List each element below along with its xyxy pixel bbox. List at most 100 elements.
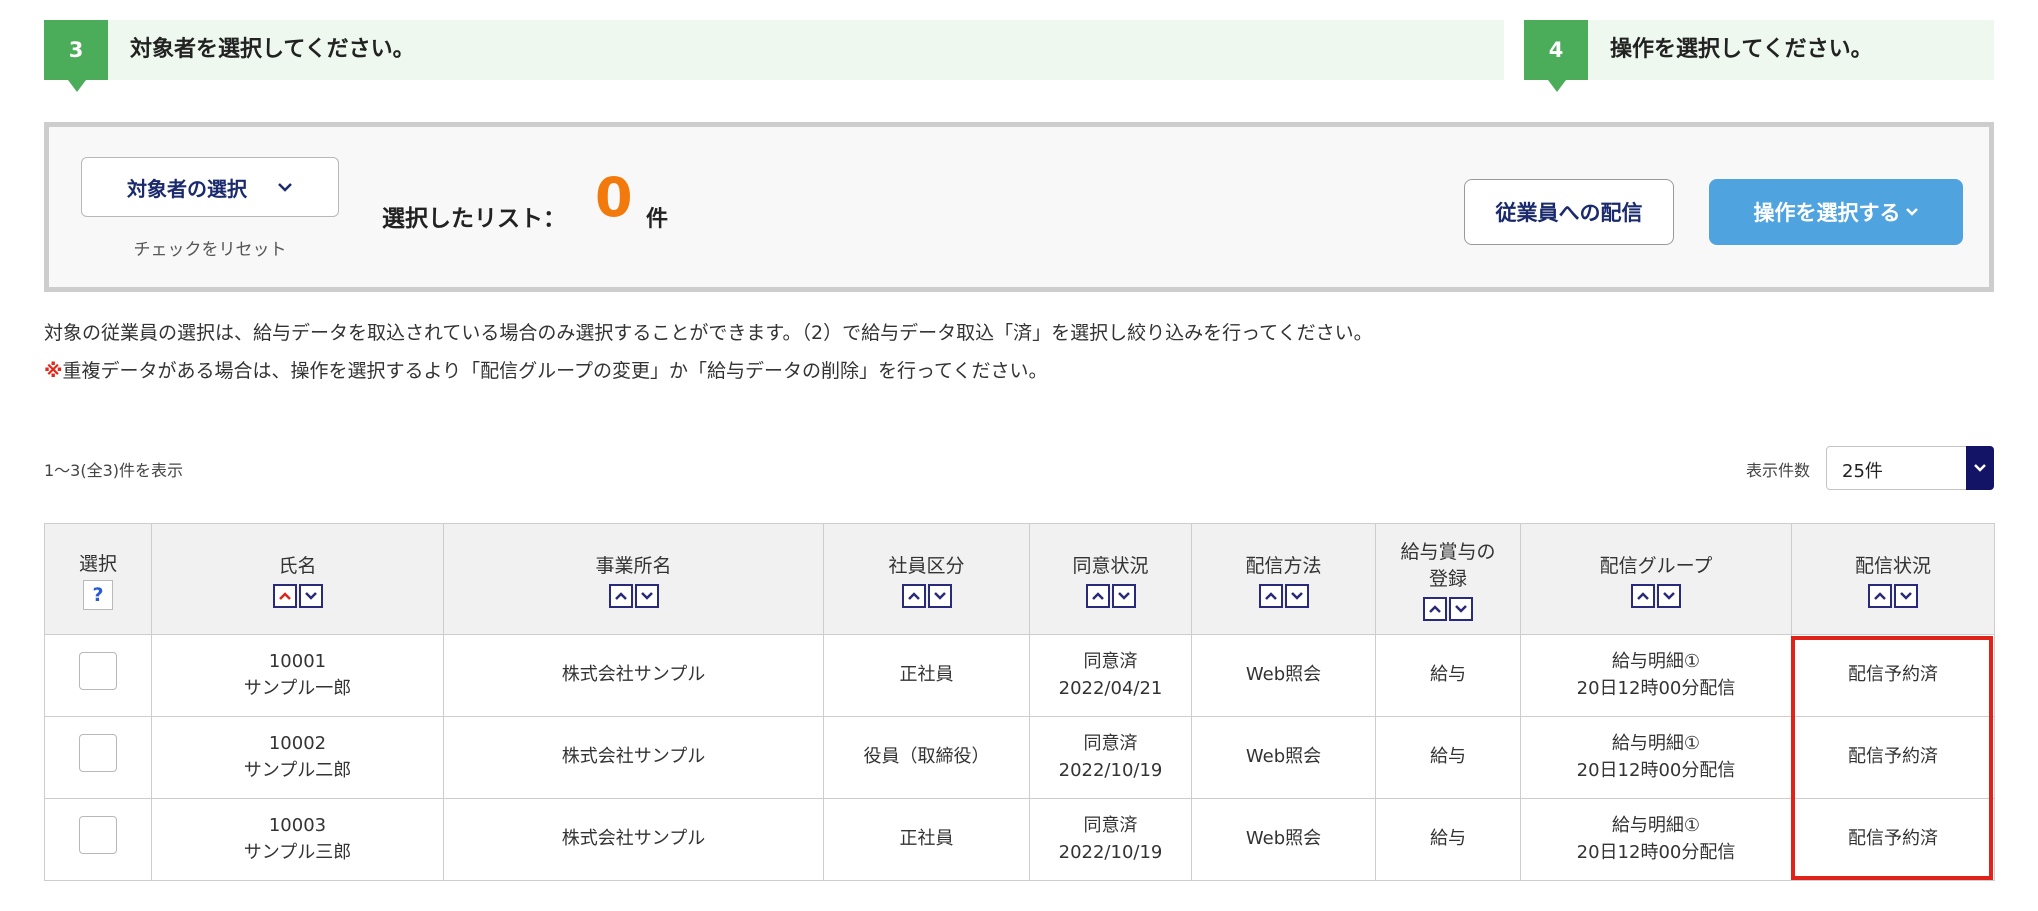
per-page-select[interactable]: 25件 [1826,446,1994,490]
employee-id: 10001 [268,651,327,673]
selection-panel: 対象者の選択 チェックをリセット 選択したリスト： 0 件 従業員への配信 操作… [44,122,1994,292]
sort-asc-icon[interactable] [608,583,633,608]
group-name: 給与明細① [1611,733,1701,755]
sort-desc-icon[interactable] [298,583,323,608]
header-label: 登録 [1428,568,1467,590]
name-cell: 10001 サンプル一郎 [151,634,444,717]
office-cell: 株式会社サンプル [443,716,824,799]
warning-mark: ※ [44,360,63,382]
select-cell [44,634,152,717]
sort-desc-icon[interactable] [1657,583,1681,608]
step-number: 3 [44,20,108,92]
type-cell: 正社員 [823,798,1030,881]
office-cell: 株式会社サンプル [443,634,824,717]
select-target-label: 対象者の選択 [127,176,247,201]
selected-count: 0 [595,166,633,229]
header-registration: 給与賞与の 登録 [1375,523,1521,635]
row-checkbox[interactable] [79,816,117,855]
header-group: 配信グループ [1520,523,1792,635]
group-cell: 給与明細① 20日12時00分配信 [1520,634,1792,717]
header-label: 配信方法 [1245,554,1322,577]
consent-date: 2022/10/19 [1058,841,1163,863]
header-select: 選択 ? [44,523,152,635]
step-title: 操作を選択してください。 [1610,37,1873,62]
step-title: 対象者を選択してください。 [130,37,415,62]
row-checkbox[interactable] [79,652,117,691]
row-checkbox[interactable] [79,734,117,773]
sort-asc-icon[interactable] [1631,583,1655,608]
sort-asc-icon[interactable] [1868,583,1892,608]
name-cell: 10002 サンプル二郎 [151,716,444,799]
employee-id: 10002 [268,733,327,755]
sort-asc-icon[interactable] [1258,583,1283,608]
sort-desc-icon[interactable] [634,583,659,608]
sort-asc-icon[interactable] [272,583,297,608]
per-page-value: 25件 [1842,461,1883,482]
selected-count-unit: 件 [646,207,669,232]
select-operation-button[interactable]: 操作を選択する [1709,179,1963,245]
header-office: 事業所名 [443,523,824,635]
registration-cell: 給与 [1375,716,1521,799]
sort-asc-icon[interactable] [1423,597,1447,621]
group-time: 20日12時00分配信 [1576,677,1736,699]
notice-text: 対象の従業員の選択は、給与データを取込されている場合のみ選択することができます。… [44,322,1373,344]
sort-controls [1030,583,1191,608]
sort-controls [444,583,823,608]
header-label: 配信グループ [1599,554,1713,577]
consent-date: 2022/10/19 [1058,759,1163,781]
sort-desc-icon[interactable] [927,583,952,608]
table-row: 10002 サンプル二郎 株式会社サンプル 役員（取締役） 同意済 2022/10/… [44,716,1995,799]
chevron-down-icon [1966,446,1994,490]
select-target-dropdown[interactable]: 対象者の選択 [81,157,339,217]
result-range-text: 1〜3(全3)件を表示 [44,461,184,480]
employee-name: サンプル一郎 [243,677,352,699]
header-type: 社員区分 [823,523,1030,635]
consent-date: 2022/04/21 [1058,677,1163,699]
registration-cell: 給与 [1375,634,1521,717]
office-cell: 株式会社サンプル [443,798,824,881]
consent-status: 同意済 [1083,815,1138,837]
consent-cell: 同意済 2022/10/19 [1029,716,1192,799]
header-status: 配信状況 [1791,523,1995,635]
consent-cell: 同意済 2022/10/19 [1029,798,1192,881]
sort-asc-icon[interactable] [901,583,926,608]
sort-controls [824,583,1029,608]
consent-status: 同意済 [1083,651,1138,673]
header-consent: 同意状況 [1029,523,1192,635]
name-cell: 10003 サンプル三郎 [151,798,444,881]
group-cell: 給与明細① 20日12時00分配信 [1520,798,1792,881]
table-row: 10001 サンプル一郎 株式会社サンプル 正社員 同意済 2022/04/21 W… [44,634,1995,717]
step-3-header: 3 対象者を選択してください。 [44,20,1504,92]
reset-checks-link[interactable]: チェックをリセット [81,235,339,260]
chevron-down-icon [278,183,292,192]
per-page-label: 表示件数 [1746,461,1811,480]
sort-desc-icon[interactable] [1449,597,1473,621]
step-number: 4 [1524,20,1588,92]
help-icon[interactable]: ? [83,579,113,610]
header-name: 氏名 [151,523,444,635]
type-cell: 役員（取締役） [823,716,1030,799]
method-cell: Web照会 [1191,634,1376,717]
sort-controls [1192,583,1375,608]
header-label: 事業所名 [595,554,672,577]
chevron-down-icon [1905,208,1918,216]
select-operation-label: 操作を選択する [1753,201,1901,225]
sort-asc-icon[interactable] [1085,583,1110,608]
registration-cell: 給与 [1375,798,1521,881]
selected-list-label: 選択したリスト： [382,206,566,232]
sort-controls [1376,597,1520,621]
notice-line-2: ※重複データがある場合は、操作を選択するより「配信グループの変更」か「給与データ… [44,356,1047,383]
table-header-row: 選択 ? 氏名 事業所名 社員区分 同意状況 配信方法 給与賞与の 登録 配信グ… [44,523,1995,635]
step-4-header: 4 操作を選択してください。 [1524,20,1994,92]
table-row: 10003 サンプル三郎 株式会社サンプル 正社員 同意済 2022/10/19 W… [44,798,1995,881]
employee-table: 選択 ? 氏名 事業所名 社員区分 同意状況 配信方法 給与賞与の 登録 配信グ… [44,523,1995,881]
notice-line-1: 対象の従業員の選択は、給与データを取込されている場合のみ選択することができます。… [44,318,1373,345]
select-cell [44,798,152,881]
sort-desc-icon[interactable] [1894,583,1918,608]
deliver-to-employees-button[interactable]: 従業員への配信 [1464,179,1674,245]
sort-controls [1792,583,1994,608]
group-cell: 給与明細① 20日12時00分配信 [1520,716,1792,799]
sort-desc-icon[interactable] [1111,583,1136,608]
group-time: 20日12時00分配信 [1576,759,1736,781]
sort-desc-icon[interactable] [1284,583,1309,608]
